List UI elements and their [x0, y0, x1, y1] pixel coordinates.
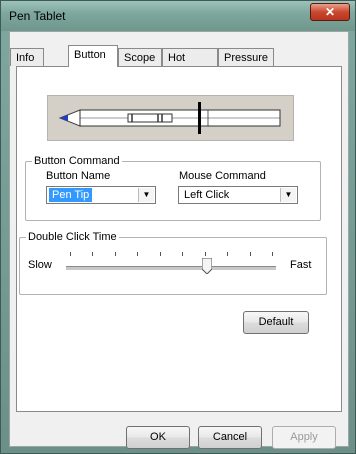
- chevron-down-icon[interactable]: ▼: [280, 188, 296, 202]
- mouse-command-label: Mouse Command: [179, 170, 266, 182]
- tab-info[interactable]: Info: [10, 48, 44, 66]
- close-button[interactable]: ✕: [310, 3, 350, 21]
- default-button[interactable]: Default: [243, 311, 309, 334]
- button-command-legend: Button Command: [32, 155, 122, 168]
- cancel-button[interactable]: Cancel: [198, 426, 262, 449]
- tab-pressure[interactable]: Pressure: [218, 48, 274, 66]
- chevron-down-icon[interactable]: ▼: [138, 188, 154, 202]
- button-name-label: Button Name: [46, 170, 111, 182]
- slider-tick: [92, 252, 93, 256]
- slider-tick: [115, 252, 116, 256]
- close-icon: ✕: [324, 5, 336, 19]
- mouse-command-value: Left Click: [184, 189, 230, 201]
- slider-tick: [137, 252, 138, 256]
- tab-hot-cells[interactable]: Hot Cells: [162, 48, 218, 82]
- slider-tick: [205, 252, 206, 256]
- mouse-command-select[interactable]: Left Click ▼: [178, 186, 298, 204]
- slider-tick: [227, 252, 228, 256]
- button-name-select[interactable]: Pen Tip ▼: [46, 186, 156, 204]
- slider-track[interactable]: [66, 266, 276, 271]
- pen-icon: [48, 96, 293, 140]
- dialog-client-area: Info Button Scope Hot Cells Pressure: [9, 31, 349, 449]
- double-click-slider[interactable]: [66, 248, 276, 278]
- apply-button: Apply: [272, 426, 336, 449]
- slider-thumb[interactable]: [201, 257, 213, 275]
- window-title: Pen Tablet: [9, 9, 66, 23]
- button-name-value: Pen Tip: [49, 188, 93, 202]
- pen-tablet-window: Pen Tablet ✕ Info Button Scope Hot Cells…: [0, 0, 356, 454]
- double-click-time-legend: Double Click Time: [26, 231, 119, 244]
- slider-tick: [70, 252, 71, 256]
- tab-button[interactable]: Button: [68, 45, 118, 67]
- double-click-time-group: Double Click Time Slow Fast: [19, 231, 327, 295]
- button-tab-panel: Button Command Button Name Mouse Command…: [16, 66, 342, 412]
- slider-tick: [160, 252, 161, 256]
- button-command-group: Button Command Button Name Mouse Command…: [25, 155, 321, 221]
- slider-tick: [182, 252, 183, 256]
- pen-illustration[interactable]: [47, 95, 294, 141]
- fast-label: Fast: [290, 259, 312, 271]
- slider-tick: [250, 252, 251, 256]
- ok-button[interactable]: OK: [126, 426, 190, 449]
- title-bar[interactable]: Pen Tablet ✕: [1, 1, 355, 31]
- slider-tick: [272, 252, 273, 256]
- slow-label: Slow: [28, 259, 52, 271]
- tab-scope[interactable]: Scope: [118, 48, 162, 66]
